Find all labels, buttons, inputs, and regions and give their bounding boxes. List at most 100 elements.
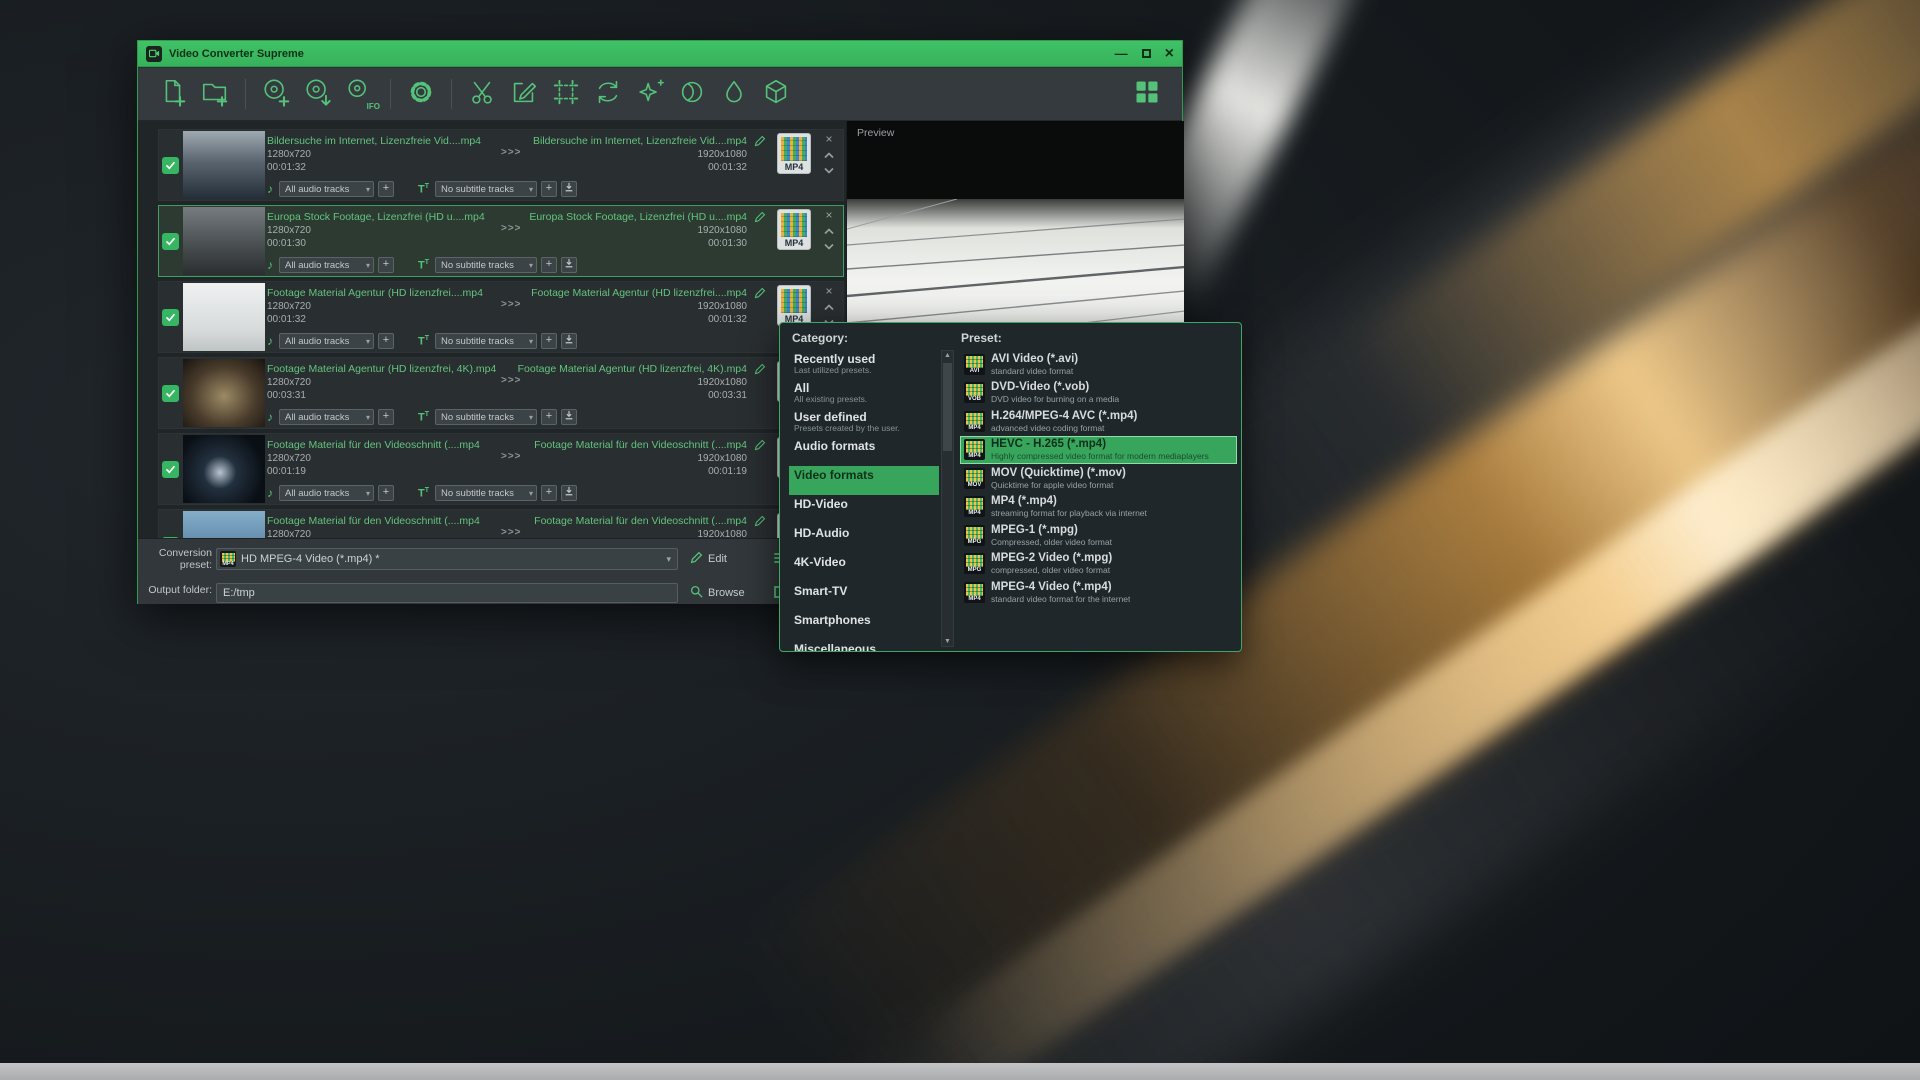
edit-button[interactable]	[503, 73, 545, 115]
titlebar[interactable]: Video Converter Supreme — ×	[138, 41, 1182, 67]
preset-item[interactable]: AVI AVI Video (*.avi) standard video for…	[960, 350, 1237, 379]
file-checkbox[interactable]	[162, 385, 179, 402]
audio-track-select[interactable]: All audio tracks▾	[279, 333, 374, 349]
preset-item[interactable]: MP4 HEVC - H.265 (*.mp4) Highly compress…	[960, 436, 1237, 465]
category-item[interactable]: Recently used Last utilized presets.	[789, 350, 939, 379]
add-subtitle-button[interactable]: +	[541, 333, 557, 349]
load-ifo-button[interactable]: IFO	[339, 73, 381, 115]
remove-file-button[interactable]: ×	[821, 284, 837, 298]
subtitle-track-select[interactable]: No subtitle tracks▾	[435, 333, 537, 349]
subtitle-track-select[interactable]: No subtitle tracks▾	[435, 485, 537, 501]
category-item[interactable]: Audio formats	[789, 437, 939, 466]
import-subtitle-button[interactable]	[561, 485, 577, 501]
maximize-button[interactable]	[1142, 47, 1151, 60]
preset-item[interactable]: MP4 MPEG-4 Video (*.mp4) standard video …	[960, 578, 1237, 607]
file-checkbox[interactable]	[162, 309, 179, 326]
audio-track-select[interactable]: All audio tracks▾	[279, 257, 374, 273]
browse-button[interactable]: Browse	[690, 585, 745, 601]
cube-3d-button[interactable]	[755, 73, 797, 115]
file-row[interactable]: Bildersuche im Internet, Lizenzfreie Vid…	[158, 129, 844, 201]
rename-icon[interactable]	[754, 438, 766, 456]
file-checkbox[interactable]	[162, 157, 179, 174]
rename-icon[interactable]	[754, 210, 766, 228]
add-audio-button[interactable]: +	[378, 333, 394, 349]
add-folder-button[interactable]	[194, 73, 236, 115]
scroll-up-icon[interactable]: ▲	[942, 352, 953, 359]
move-down-button[interactable]	[821, 237, 837, 252]
audio-track-select[interactable]: All audio tracks▾	[279, 485, 374, 501]
category-item[interactable]: HD-Video	[789, 495, 939, 524]
import-subtitle-button[interactable]	[561, 333, 577, 349]
output-folder-input[interactable]	[216, 583, 678, 603]
preset-item[interactable]: MPG MPEG-1 (*.mpg) Compressed, older vid…	[960, 521, 1237, 550]
view-grid-button[interactable]	[1126, 73, 1168, 115]
file-row[interactable]: Europa Stock Footage, Lizenzfrei (HD u..…	[158, 205, 844, 277]
format-badge[interactable]: MP4	[777, 285, 811, 326]
add-subtitle-button[interactable]: +	[541, 409, 557, 425]
add-subtitle-button[interactable]: +	[541, 181, 557, 197]
add-audio-button[interactable]: +	[378, 485, 394, 501]
settings-button[interactable]	[400, 73, 442, 115]
category-item[interactable]: Smartphones	[789, 611, 939, 640]
file-row[interactable]: Footage Material Agentur (HD lizenzfrei,…	[158, 357, 844, 429]
category-item[interactable]: HD-Audio	[789, 524, 939, 553]
rename-icon[interactable]	[754, 286, 766, 304]
file-row[interactable]: Footage Material für den Videoschnitt (.…	[158, 509, 844, 538]
effects-button[interactable]	[629, 73, 671, 115]
add-subtitle-button[interactable]: +	[541, 485, 557, 501]
format-badge[interactable]: MP4	[777, 133, 811, 174]
rename-icon[interactable]	[754, 362, 766, 380]
move-down-button[interactable]	[821, 161, 837, 176]
category-item[interactable]: All All existing presets.	[789, 379, 939, 408]
category-item[interactable]: Video formats	[789, 466, 939, 495]
category-item[interactable]: User defined Presets created by the user…	[789, 408, 939, 437]
preset-item[interactable]: MP4 MP4 (*.mp4) streaming format for pla…	[960, 493, 1237, 522]
add-audio-button[interactable]: +	[378, 257, 394, 273]
edit-preset-button[interactable]: Edit	[690, 551, 727, 567]
add-audio-button[interactable]: +	[378, 409, 394, 425]
category-item[interactable]: Smart-TV	[789, 582, 939, 611]
file-checkbox[interactable]	[162, 233, 179, 250]
preset-item[interactable]: MP4 H.264/MPEG-4 AVC (*.mp4) advanced vi…	[960, 407, 1237, 436]
audio-track-select[interactable]: All audio tracks▾	[279, 409, 374, 425]
file-checkbox[interactable]	[162, 461, 179, 478]
conversion-preset-select[interactable]: MP4 HD MPEG-4 Video (*.mp4) * ▾	[216, 548, 678, 570]
add-subtitle-button[interactable]: +	[541, 257, 557, 273]
rotate-button[interactable]	[587, 73, 629, 115]
file-row[interactable]: Footage Material Agentur (HD lizenzfrei.…	[158, 281, 844, 353]
move-up-button[interactable]	[821, 146, 837, 161]
add-file-button[interactable]	[152, 73, 194, 115]
rip-disc-button[interactable]	[297, 73, 339, 115]
preset-item[interactable]: VOB DVD-Video (*.vob) DVD video for burn…	[960, 379, 1237, 408]
move-up-button[interactable]	[821, 222, 837, 237]
import-subtitle-button[interactable]	[561, 257, 577, 273]
remove-file-button[interactable]: ×	[821, 208, 837, 222]
preset-item[interactable]: MOV MOV (Quicktime) (*.mov) Quicktime fo…	[960, 464, 1237, 493]
category-item[interactable]: 4K-Video	[789, 553, 939, 582]
scrollbar-thumb[interactable]	[943, 363, 952, 451]
crop-button[interactable]	[545, 73, 587, 115]
subtitle-track-select[interactable]: No subtitle tracks▾	[435, 181, 537, 197]
taskbar[interactable]	[0, 1063, 1920, 1080]
audio-track-select[interactable]: All audio tracks▾	[279, 181, 374, 197]
remove-file-button[interactable]: ×	[821, 132, 837, 146]
cut-button[interactable]	[461, 73, 503, 115]
droplet-button[interactable]	[713, 73, 755, 115]
scroll-down-icon[interactable]: ▼	[942, 638, 953, 645]
contrast-button[interactable]	[671, 73, 713, 115]
category-item[interactable]: Miscellaneous	[789, 640, 939, 651]
subtitle-track-select[interactable]: No subtitle tracks▾	[435, 409, 537, 425]
rename-icon[interactable]	[754, 134, 766, 152]
add-audio-button[interactable]: +	[378, 181, 394, 197]
subtitle-track-select[interactable]: No subtitle tracks▾	[435, 257, 537, 273]
move-up-button[interactable]	[821, 298, 837, 313]
import-subtitle-button[interactable]	[561, 181, 577, 197]
import-subtitle-button[interactable]	[561, 409, 577, 425]
close-button[interactable]: ×	[1165, 46, 1174, 62]
preset-item[interactable]: MPG MPEG-2 Video (*.mpg) compressed, old…	[960, 550, 1237, 579]
load-disc-button[interactable]	[255, 73, 297, 115]
minimize-button[interactable]: —	[1115, 47, 1128, 60]
file-row[interactable]: Footage Material für den Videoschnitt (.…	[158, 433, 844, 505]
category-scrollbar[interactable]: ▲ ▼	[941, 350, 954, 647]
rename-icon[interactable]	[754, 514, 766, 532]
